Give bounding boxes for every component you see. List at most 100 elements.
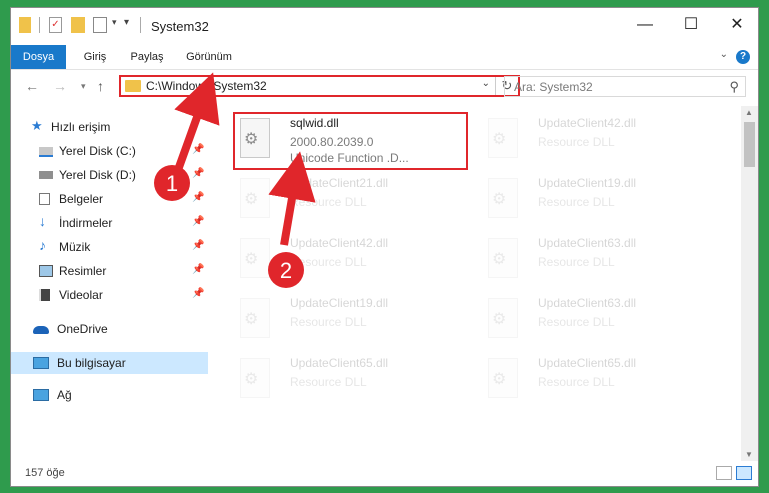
tiles-view-icon[interactable] [736, 466, 752, 480]
forward-icon[interactable]: → [53, 78, 67, 94]
gear-icon: ⚙ [492, 371, 507, 388]
tab-share[interactable]: Paylaş [125, 45, 169, 69]
sidebar-item-label: Müzik [59, 240, 91, 254]
computer-icon [33, 357, 49, 369]
sidebar-item-local-disk-d[interactable]: Yerel Disk (D:) 📌 [11, 164, 208, 186]
sidebar-item-onedrive[interactable]: OneDrive [11, 318, 208, 340]
gear-icon: ⚙ [244, 191, 259, 208]
gear-icon: ⚙ [244, 371, 259, 388]
file-tile[interactable]: ⚙ UpdateClient63.dll Resource DLL [480, 230, 718, 286]
pin-icon[interactable]: 📌 [192, 264, 204, 275]
file-description: Resource DLL [538, 195, 615, 209]
videos-icon [39, 289, 50, 301]
search-icon[interactable]: ⚲ [729, 79, 739, 95]
pin-icon[interactable]: 📌 [192, 288, 204, 299]
ribbon: Dosya Giriş Paylaş Görünüm ⌄ ? [11, 45, 758, 70]
sidebar-item-label: Yerel Disk (C:) [59, 144, 136, 158]
file-name: UpdateClient19.dll [290, 296, 389, 310]
chevron-down-icon[interactable]: ⌄ [482, 78, 490, 89]
scroll-up-icon[interactable]: ▲ [745, 108, 753, 117]
sidebar-item-this-pc[interactable]: Bu bilgisayar [11, 352, 208, 374]
search-input[interactable]: Ara: System32 ⚲ [504, 76, 746, 97]
file-tile[interactable]: ⚙ UpdateClient19.dll Resource DLL [232, 290, 470, 346]
customize-icon[interactable] [93, 17, 107, 33]
dll-file-icon: ⚙ [488, 178, 518, 218]
close-button[interactable]: ✕ [714, 8, 758, 42]
file-tile[interactable]: ⚙ UpdateClient63.dll Resource DLL [480, 290, 718, 346]
recent-locations-icon[interactable]: ▾ [81, 81, 86, 92]
pin-icon[interactable]: 📌 [192, 144, 204, 155]
sidebar-item-local-disk-c[interactable]: Yerel Disk (C:) 📌 [11, 140, 208, 162]
scrollbar-thumb[interactable] [744, 122, 755, 167]
item-count: 157 öğe [25, 467, 65, 479]
expand-ribbon-icon[interactable]: ⌄ [720, 49, 728, 60]
sidebar-item-label: Resimler [59, 264, 107, 278]
sidebar-item-quick-access[interactable]: ★ Hızlı erişim [11, 116, 208, 138]
properties-icon[interactable]: ✓ [49, 17, 62, 33]
file-description: Resource DLL [538, 135, 615, 149]
chevron-down-icon[interactable]: ▾ [112, 17, 117, 33]
scroll-down-icon[interactable]: ▼ [745, 450, 753, 459]
dll-file-icon: ⚙ [488, 238, 518, 278]
sidebar-item-label: OneDrive [57, 322, 108, 336]
gear-icon: ⚙ [492, 191, 507, 208]
details-view-icon[interactable] [716, 466, 732, 480]
gear-icon: ⚙ [244, 251, 259, 268]
drive-icon [39, 171, 53, 179]
sidebar-item-pictures[interactable]: Resimler 📌 [11, 260, 208, 282]
file-tile[interactable]: ⚙ UpdateClient42.dll Resource DLL [480, 110, 718, 166]
address-bar[interactable]: C:\Windows\System32 ⌄ ↻ [119, 75, 520, 97]
new-folder-icon[interactable] [71, 17, 85, 33]
pin-icon[interactable]: 📌 [192, 168, 204, 179]
file-description: Resource DLL [538, 315, 615, 329]
gear-icon: ⚙ [492, 311, 507, 328]
maximize-button[interactable]: ☐ [668, 8, 714, 42]
sidebar-item-documents[interactable]: Belgeler 📌 [11, 188, 208, 210]
dll-file-icon: ⚙ [240, 298, 270, 338]
documents-icon [39, 193, 50, 205]
gear-icon: ⚙ [244, 311, 259, 328]
file-tile[interactable]: ⚙ UpdateClient42.dll Resource DLL [232, 230, 470, 286]
back-icon[interactable]: ← [25, 78, 39, 94]
file-description: Resource DLL [290, 195, 367, 209]
file-name: UpdateClient63.dll [538, 296, 637, 310]
file-tile[interactable]: ⚙ UpdateClient65.dll Resource DLL [232, 350, 470, 406]
vertical-scrollbar[interactable]: ▲ ▼ [741, 106, 758, 461]
address-path[interactable]: C:\Windows\System32 [146, 79, 267, 93]
help-icon[interactable]: ? [736, 50, 750, 64]
file-name: UpdateClient42.dll [538, 116, 637, 130]
sidebar-item-videos[interactable]: Videolar 📌 [11, 284, 208, 306]
status-bar: 157 öğe [11, 462, 758, 486]
sidebar-item-music[interactable]: ♪ Müzik 📌 [11, 236, 208, 258]
quick-access-dropdown-icon[interactable]: ▾ [124, 17, 129, 33]
sidebar-item-network[interactable]: Ağ [11, 384, 208, 406]
file-description: Resource DLL [290, 315, 367, 329]
up-icon[interactable]: ↑ [97, 78, 104, 94]
tab-view[interactable]: Görünüm [181, 45, 237, 69]
file-name: UpdateClient21.dll [290, 176, 389, 190]
pin-icon[interactable]: 📌 [192, 240, 204, 251]
explorer-window: ✓ ▾ ▾ System32 — ☐ ✕ Dosya Giriş Paylaş … [10, 7, 759, 487]
sidebar-item-label: Videolar [59, 288, 103, 302]
file-tile[interactable]: ⚙ UpdateClient19.dll Resource DLL [480, 170, 718, 226]
sidebar-item-label: Ağ [57, 388, 72, 402]
music-icon: ♪ [39, 237, 46, 253]
file-tile[interactable]: ⚙ UpdateClient21.dll Resource DLL [232, 170, 470, 226]
navigation-bar: ← → ▾ ↑ C:\Windows\System32 ⌄ ↻ Ara: Sys… [11, 72, 758, 102]
file-name: UpdateClient63.dll [538, 236, 637, 250]
star-icon: ★ [31, 118, 43, 133]
divider [140, 17, 141, 33]
sidebar-item-label: Hızlı erişim [51, 120, 111, 134]
file-tile[interactable]: ⚙ UpdateClient65.dll Resource DLL [480, 350, 718, 406]
pictures-icon [39, 265, 53, 277]
tab-home[interactable]: Giriş [77, 45, 113, 69]
download-icon: ↓ [39, 213, 46, 229]
navigation-pane: ★ Hızlı erişim Yerel Disk (C:) 📌 Yerel D… [11, 106, 208, 456]
sidebar-item-label: Yerel Disk (D:) [59, 168, 136, 182]
pin-icon[interactable]: 📌 [192, 216, 204, 227]
search-placeholder: Ara: System32 [514, 80, 593, 94]
minimize-button[interactable]: — [622, 8, 668, 42]
tab-file[interactable]: Dosya [11, 45, 66, 69]
sidebar-item-downloads[interactable]: ↓ İndirmeler 📌 [11, 212, 208, 234]
pin-icon[interactable]: 📌 [192, 192, 204, 203]
